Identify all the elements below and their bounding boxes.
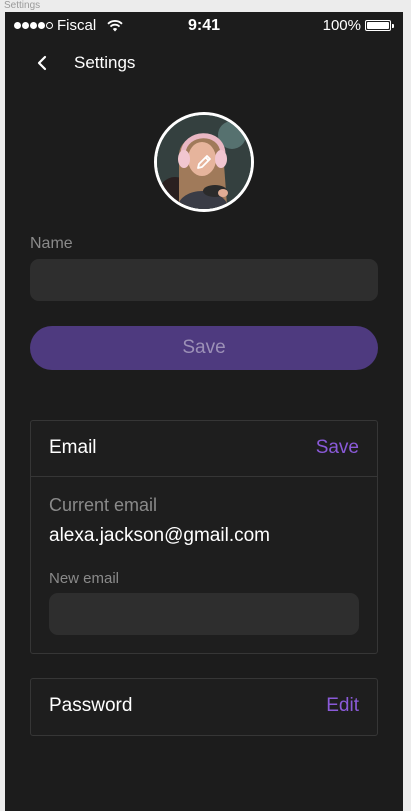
new-email-label: New email bbox=[49, 570, 120, 587]
status-bar: Fiscal 9:41 100% bbox=[5, 12, 403, 40]
settings-screen: Fiscal 9:41 100% Settings Name Save Emai… bbox=[5, 12, 403, 811]
email-title: Email bbox=[49, 437, 97, 458]
page-title: Settings bbox=[74, 53, 136, 72]
edit-password-button[interactable]: Edit bbox=[326, 695, 359, 717]
name-field[interactable] bbox=[30, 259, 378, 301]
name-label: Name bbox=[30, 235, 73, 252]
chevron-left-icon[interactable] bbox=[33, 53, 53, 73]
nav-bar: Settings bbox=[5, 48, 403, 78]
password-section: Password Edit bbox=[30, 678, 378, 736]
status-right: 100% bbox=[323, 17, 394, 34]
battery-tip bbox=[392, 23, 394, 28]
email-header: Email Save bbox=[31, 421, 377, 477]
new-email-field[interactable] bbox=[49, 593, 359, 635]
current-email-label: Current email bbox=[49, 495, 158, 515]
battery-percentage: 100% bbox=[322, 17, 361, 34]
avatar[interactable] bbox=[154, 112, 254, 212]
email-section: Email Save Current email alexa.jackson@g… bbox=[30, 420, 378, 654]
password-title: Password bbox=[49, 695, 133, 716]
pencil-icon[interactable] bbox=[195, 153, 213, 171]
frame-label: Settings bbox=[4, 0, 41, 11]
battery-icon bbox=[365, 20, 391, 31]
save-name-button[interactable]: Save bbox=[30, 326, 378, 370]
current-email-value: alexa.jackson@gmail.com bbox=[49, 525, 270, 546]
save-email-button[interactable]: Save bbox=[316, 437, 359, 459]
